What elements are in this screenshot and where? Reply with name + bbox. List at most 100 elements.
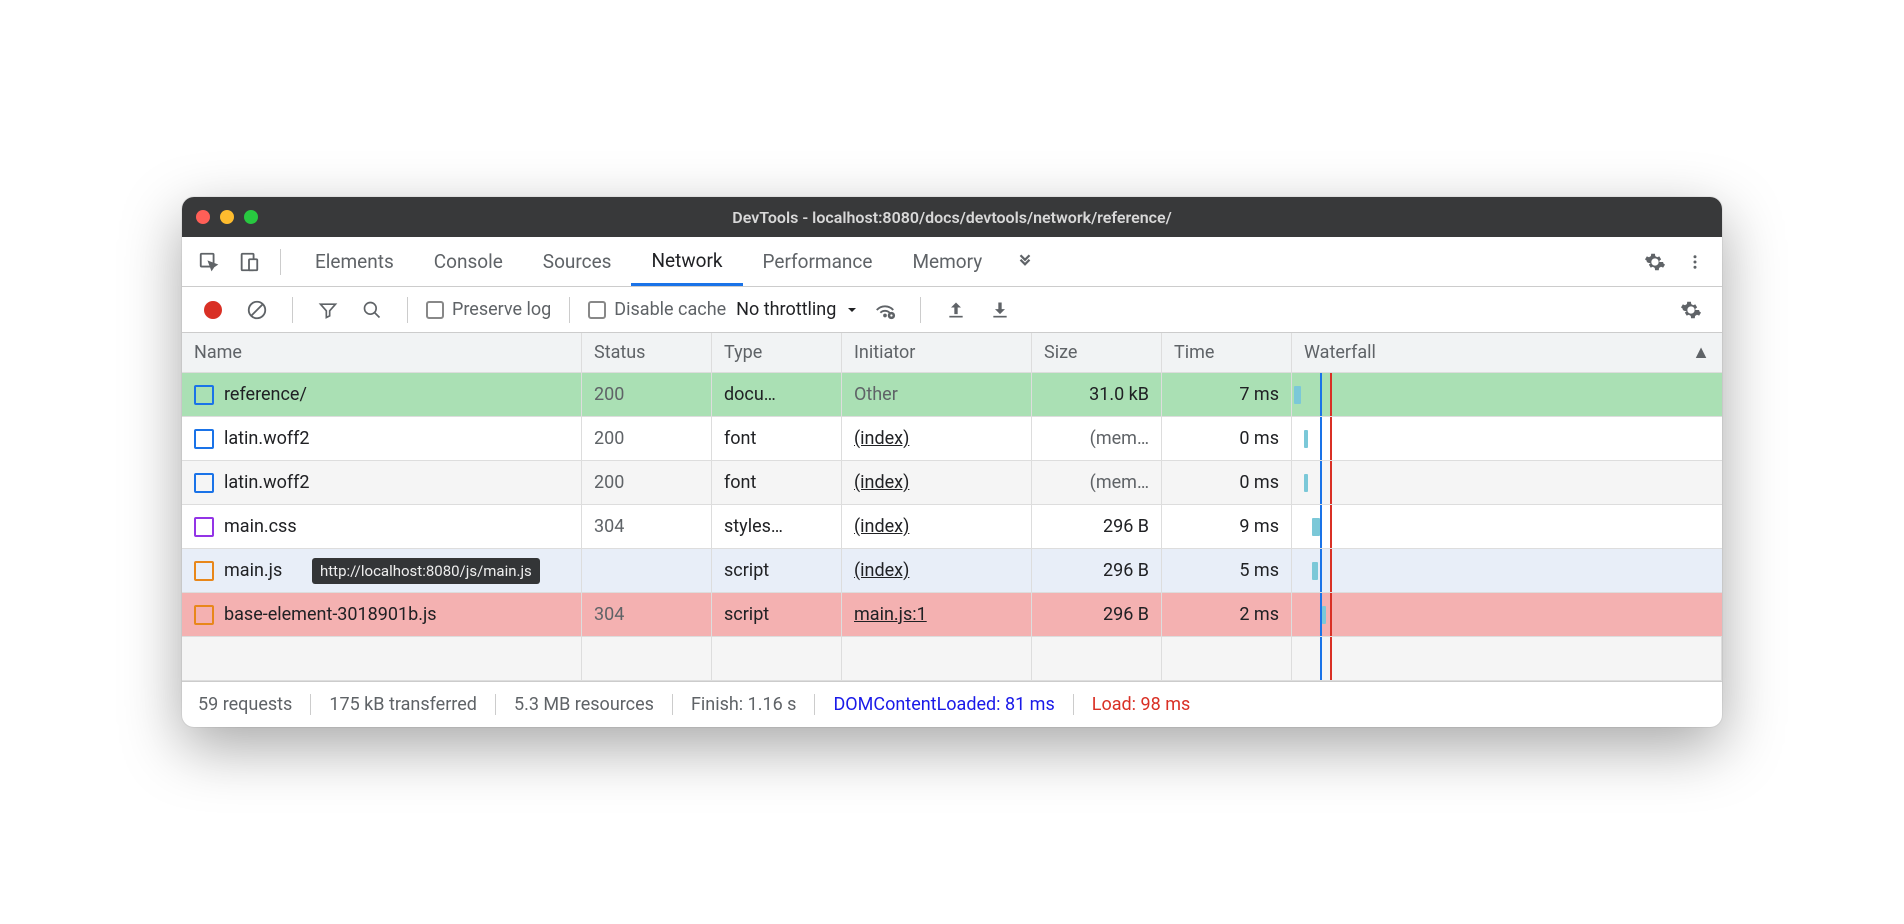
initiator-cell: (index): [842, 417, 1032, 460]
column-header-status[interactable]: Status: [582, 333, 712, 372]
file-type-icon: [194, 605, 214, 625]
minimize-window-button[interactable]: [220, 210, 234, 224]
size-cell: (mem…: [1032, 461, 1162, 504]
request-name: reference/: [224, 384, 307, 405]
waterfall-cell: [1292, 549, 1722, 592]
waterfall-marker: [1320, 373, 1322, 416]
column-header-time[interactable]: Time: [1162, 333, 1292, 372]
tab-network[interactable]: Network: [631, 237, 742, 286]
request-row[interactable]: base-element-3018901b.js304scriptmain.js…: [182, 593, 1722, 637]
main-tabbar: ElementsConsoleSourcesNetworkPerformance…: [182, 237, 1722, 287]
search-icon[interactable]: [355, 293, 389, 327]
disable-cache-checkbox[interactable]: Disable cache: [588, 299, 726, 320]
initiator-cell: (index): [842, 549, 1032, 592]
network-conditions-icon[interactable]: [868, 293, 902, 327]
status-cell: [582, 549, 712, 592]
file-type-icon: [194, 429, 214, 449]
tab-elements[interactable]: Elements: [295, 237, 414, 286]
type-cell: font: [712, 417, 842, 460]
type-cell: script: [712, 549, 842, 592]
status-cell: 200: [582, 461, 712, 504]
initiator-link[interactable]: (index): [854, 428, 909, 449]
file-type-icon: [194, 385, 214, 405]
devtools-window: DevTools - localhost:8080/docs/devtools/…: [182, 197, 1722, 727]
clear-icon[interactable]: [240, 293, 274, 327]
name-cell[interactable]: base-element-3018901b.js: [182, 593, 582, 636]
status-cell: 200: [582, 373, 712, 416]
divider: [569, 297, 570, 323]
waterfall-marker: [1320, 505, 1322, 548]
preserve-log-checkbox[interactable]: Preserve log: [426, 299, 551, 320]
tab-console[interactable]: Console: [414, 237, 523, 286]
throttling-value: No throttling: [736, 299, 836, 320]
divider: [292, 297, 293, 323]
time-cell: 9 ms: [1162, 505, 1292, 548]
name-cell[interactable]: latin.woff2: [182, 417, 582, 460]
device-toolbar-icon[interactable]: [232, 245, 266, 279]
waterfall-cell: [1292, 505, 1722, 548]
record-button[interactable]: [196, 293, 230, 327]
kebab-menu-icon[interactable]: [1678, 245, 1712, 279]
waterfall-cell: [1292, 417, 1722, 460]
inspect-element-icon[interactable]: [192, 245, 226, 279]
column-header-size[interactable]: Size: [1032, 333, 1162, 372]
network-settings-icon[interactable]: [1674, 293, 1708, 327]
time-cell: 2 ms: [1162, 593, 1292, 636]
size-cell: 31.0 kB: [1032, 373, 1162, 416]
status-domcontentloaded: DOMContentLoaded: 81 ms: [815, 694, 1073, 715]
file-type-icon: [194, 561, 214, 581]
request-row[interactable]: latin.woff2200font(index)(mem…0 ms: [182, 417, 1722, 461]
throttling-select[interactable]: No throttling: [736, 299, 858, 320]
close-window-button[interactable]: [196, 210, 210, 224]
status-resources: 5.3 MB resources: [496, 694, 673, 715]
request-row[interactable]: main.css304styles…(index)296 B9 ms: [182, 505, 1722, 549]
column-header-name[interactable]: Name: [182, 333, 582, 372]
column-header-waterfall[interactable]: Waterfall▲: [1292, 333, 1722, 372]
download-har-icon[interactable]: [983, 293, 1017, 327]
initiator-cell: (index): [842, 505, 1032, 548]
waterfall-marker: [1330, 461, 1332, 504]
column-header-type[interactable]: Type: [712, 333, 842, 372]
waterfall-marker: [1330, 417, 1332, 460]
name-cell[interactable]: latin.woff2: [182, 461, 582, 504]
waterfall-cell: [1292, 373, 1722, 416]
divider: [280, 249, 281, 275]
waterfall-bar: [1322, 606, 1326, 624]
status-finish: Finish: 1.16 s: [673, 694, 816, 715]
table-header: NameStatusTypeInitiatorSizeTimeWaterfall…: [182, 333, 1722, 373]
name-cell[interactable]: main.css: [182, 505, 582, 548]
type-cell: font: [712, 461, 842, 504]
status-bar: 59 requests 175 kB transferred 5.3 MB re…: [182, 681, 1722, 727]
name-cell[interactable]: main.jshttp://localhost:8080/js/main.js: [182, 549, 582, 592]
time-cell: 0 ms: [1162, 461, 1292, 504]
waterfall-bar: [1294, 386, 1301, 404]
size-cell: 296 B: [1032, 549, 1162, 592]
initiator-link[interactable]: (index): [854, 472, 909, 493]
filter-icon[interactable]: [311, 293, 345, 327]
waterfall-marker: [1330, 593, 1332, 636]
settings-icon[interactable]: [1638, 245, 1672, 279]
maximize-window-button[interactable]: [244, 210, 258, 224]
name-cell[interactable]: reference/: [182, 373, 582, 416]
initiator-cell: Other: [842, 373, 1032, 416]
divider: [407, 297, 408, 323]
sort-arrow-icon: ▲: [1692, 342, 1710, 363]
waterfall-marker: [1330, 505, 1332, 548]
status-load: Load: 98 ms: [1074, 694, 1209, 715]
more-tabs-icon[interactable]: [1008, 245, 1042, 279]
waterfall-cell: [1292, 593, 1722, 636]
request-name: main.js: [224, 560, 282, 581]
tab-memory[interactable]: Memory: [892, 237, 1002, 286]
upload-har-icon[interactable]: [939, 293, 973, 327]
tab-performance[interactable]: Performance: [743, 237, 893, 286]
initiator-link[interactable]: main.js:1: [854, 604, 927, 625]
initiator-link[interactable]: (index): [854, 560, 909, 581]
request-row[interactable]: reference/200docu…Other31.0 kB7 ms: [182, 373, 1722, 417]
initiator-link[interactable]: (index): [854, 516, 909, 537]
traffic-lights: [196, 210, 258, 224]
waterfall-bar: [1312, 562, 1318, 580]
request-row[interactable]: main.jshttp://localhost:8080/js/main.js s…: [182, 549, 1722, 593]
request-row[interactable]: latin.woff2200font (index) (mem…0 ms: [182, 461, 1722, 505]
column-header-initiator[interactable]: Initiator: [842, 333, 1032, 372]
tab-sources[interactable]: Sources: [523, 237, 632, 286]
